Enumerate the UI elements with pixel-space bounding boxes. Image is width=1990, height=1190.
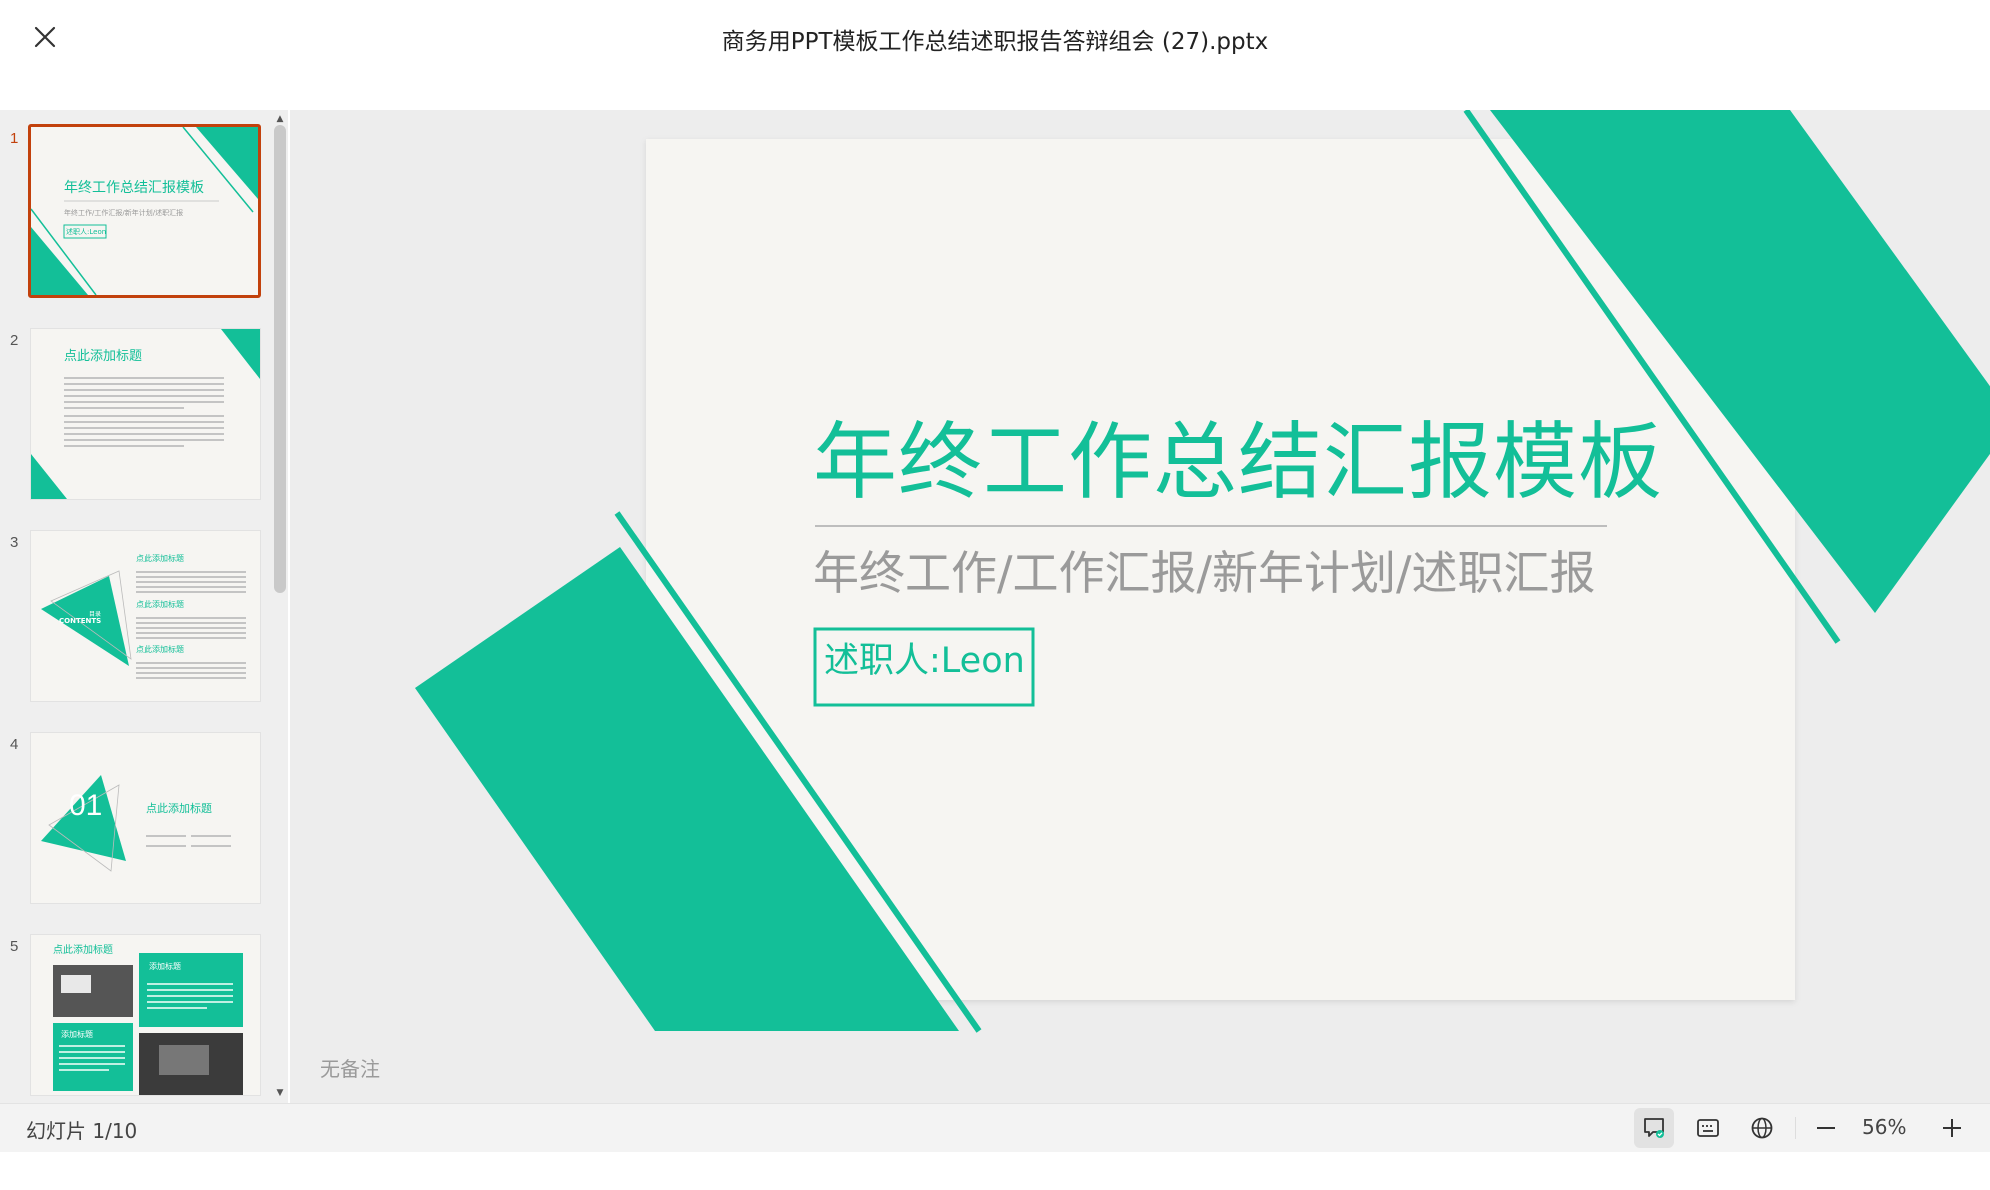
slide-thumbnail-3[interactable]: 点此添加标题 点此添加标题 点此添加标题 目录 CONTENTS — [30, 530, 261, 702]
slide-canvas-area: 年终工作总结汇报模板 年终工作/工作汇报/新年计划/述职汇报 述职人:Leon — [290, 110, 1990, 1103]
thumbnail-number: 5 — [10, 938, 19, 955]
zoom-out-icon — [1817, 1127, 1835, 1129]
thumbnail-subtitle: 年终工作/工作汇报/新年计划/述职汇报 — [64, 209, 184, 217]
thumbnail-title: 年终工作总结汇报模板 — [64, 180, 204, 196]
thumbnail-center-text: CONTENTS — [59, 617, 102, 625]
thumbnail-box-title: 添加标题 — [61, 1030, 93, 1039]
thumbnail-decoration — [41, 775, 231, 872]
thumbnail-heading: 点此添加标题 — [136, 645, 184, 654]
thumbnail-title: 点此添加标题 — [53, 945, 113, 956]
subtitles-icon — [1697, 1119, 1719, 1137]
zoom-in-icon — [1943, 1119, 1961, 1137]
slide-thumbnail-4[interactable]: 01 点此添加标题 — [30, 732, 261, 904]
thumbnail-title: 点此添加标题 — [64, 349, 143, 364]
thumbnail-number: 2 — [10, 332, 19, 349]
notes-view-button[interactable] — [1634, 1108, 1674, 1148]
subtitles-button[interactable] — [1688, 1108, 1728, 1148]
document-title: 商务用PPT模板工作总结述职报告答辩组会 (27).pptx — [721, 29, 1269, 55]
slide-thumbnail-2[interactable]: 点此添加标题 — [30, 328, 261, 500]
thumbnail-number: 4 — [10, 736, 19, 753]
thumbnail-heading: 点此添加标题 — [136, 600, 184, 609]
thumbnail-number: 3 — [10, 534, 19, 551]
top-bar: 商务用PPT模板工作总结述职报告答辩组会 (27).pptx — [0, 0, 1990, 110]
zoom-out-button[interactable] — [1806, 1108, 1846, 1148]
slide-presenter[interactable]: 述职人:Leon — [824, 632, 1025, 683]
thumbnail-section-number: 01 — [69, 789, 103, 822]
slide-graphics — [415, 110, 1990, 1033]
notes-view-icon — [1644, 1118, 1664, 1138]
thumbnail-presenter: 述职人:Leon — [66, 228, 107, 236]
thumbnail-heading: 点此添加标题 — [136, 554, 184, 563]
zoom-in-button[interactable] — [1932, 1108, 1972, 1148]
language-button[interactable] — [1742, 1108, 1782, 1148]
slide-thumbnail-panel: 1 年终工作总结汇报模板 年终工作/工作汇报/新年计划/述职汇报 述职人:Leo… — [0, 110, 288, 1103]
slide-title[interactable]: 年终工作总结汇报模板 — [813, 395, 1663, 516]
thumbnail-box-title: 添加标题 — [149, 962, 181, 971]
thumbnail-decoration — [53, 953, 243, 1095]
slide-counter: 幻灯片 1/10 — [26, 1119, 138, 1143]
notes-placeholder[interactable]: 无备注 — [320, 1053, 380, 1082]
slide-thumbnail-5[interactable]: 点此添加标题 添加标题 添加标题 — [30, 934, 261, 1096]
statusbar-divider — [1795, 1117, 1796, 1139]
zoom-level[interactable]: 56% — [1862, 1115, 1906, 1139]
scrollbar-thumb[interactable] — [274, 125, 286, 593]
globe-icon — [1751, 1117, 1773, 1139]
scroll-up-arrow-icon[interactable]: ▲ — [273, 112, 287, 126]
thumbnail-number: 1 — [10, 130, 19, 147]
slide-thumbnail-1[interactable]: 年终工作总结汇报模板 年终工作/工作汇报/新年计划/述职汇报 述职人:Leon — [28, 124, 261, 298]
thumbnail-title: 点此添加标题 — [146, 802, 212, 815]
scroll-down-arrow-icon[interactable]: ▼ — [273, 1086, 287, 1100]
bottom-margin — [0, 1152, 1990, 1190]
slide-subtitle[interactable]: 年终工作/工作汇报/新年计划/述职汇报 — [813, 537, 1596, 603]
